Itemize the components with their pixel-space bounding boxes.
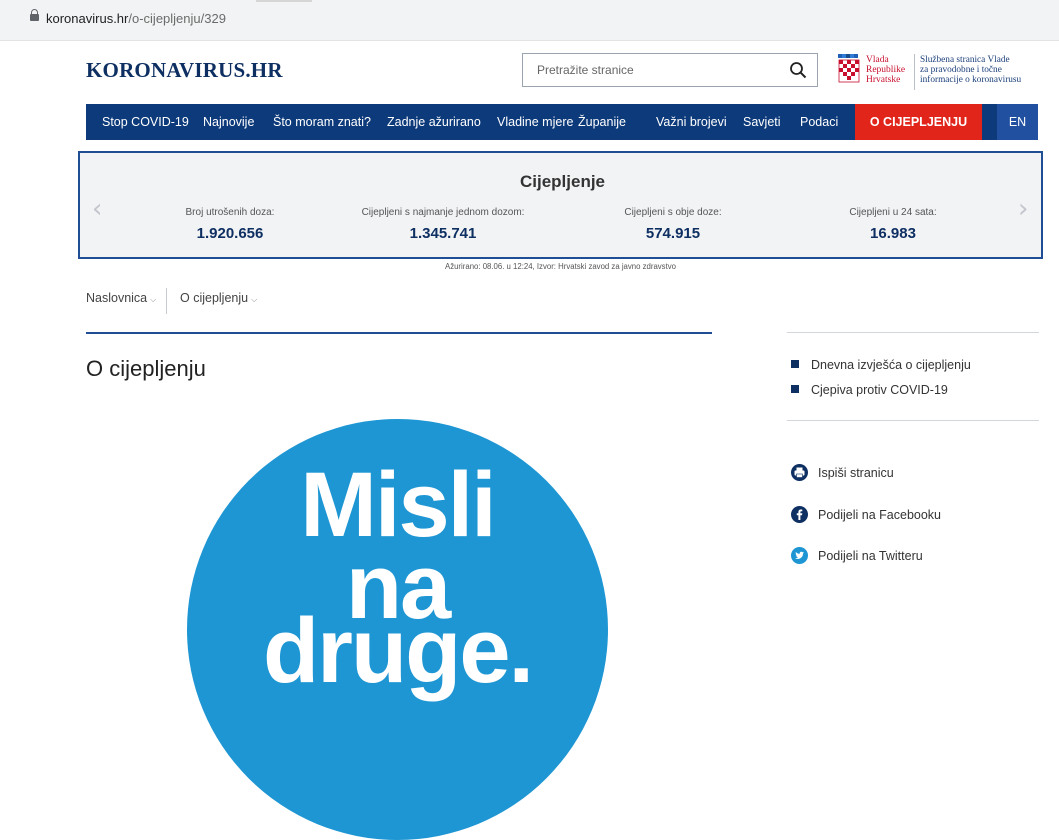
stat-one-dose: Cijepljeni s najmanje jednom dozom: 1.34… xyxy=(361,207,525,242)
nav-item-vladine-mjere[interactable]: Vladine mjere xyxy=(497,104,573,140)
sidebar-rule-bottom xyxy=(787,420,1039,421)
nav-item-podaci[interactable]: Podaci xyxy=(800,104,838,140)
twitter-icon xyxy=(791,547,808,564)
stat-two-doses: Cijepljeni s obje doze: 574.915 xyxy=(624,207,722,242)
language-en-button[interactable]: EN xyxy=(997,104,1038,140)
sidebar-rule-top xyxy=(787,332,1039,333)
main-nav: Stop COVID-19 Najnovije Što moram znati?… xyxy=(86,104,1038,140)
browser-url-bar[interactable]: koronavirus.hr/o-cijepljenju/329 xyxy=(0,0,1059,41)
croatian-coat-of-arms-icon xyxy=(838,54,860,83)
nav-item-savjeti[interactable]: Savjeti xyxy=(743,104,781,140)
nav-item-stop-covid[interactable]: Stop COVID-19 xyxy=(102,104,189,140)
site-logo[interactable]: KORONAVIRUS.HR xyxy=(86,58,283,83)
breadcrumb-divider xyxy=(166,288,167,314)
printer-icon xyxy=(791,464,808,481)
lock-icon xyxy=(30,9,39,21)
breadcrumb-home[interactable]: Naslovnica ⌵ xyxy=(86,291,156,305)
stat-last-24h: Cijepljeni u 24 sata: 16.983 xyxy=(849,207,937,242)
search-input[interactable] xyxy=(523,54,787,86)
stats-updated-note: Ažurirano: 08.06. u 12:24, Izvor: Hrvats… xyxy=(445,262,676,271)
sidebar-link-vaccines[interactable]: Cjepiva protiv COVID-19 xyxy=(791,383,948,397)
official-site-note: Službena stranica Vlade za pravodobne i … xyxy=(920,55,1022,85)
nav-item-najnovije[interactable]: Najnovije xyxy=(203,104,254,140)
nav-item-zadnje-azurirano[interactable]: Zadnje ažurirano xyxy=(387,104,481,140)
tab-indicator xyxy=(256,0,312,2)
nav-item-sto-moram-znati[interactable]: Što moram znati? xyxy=(273,104,371,140)
chevron-left-icon[interactable]: ‹ xyxy=(92,194,102,224)
nav-item-zupanije[interactable]: Županije xyxy=(578,104,626,140)
vaccination-stats-panel: Cijepljenje ‹ › Broj utrošenih doza: 1.9… xyxy=(78,151,1043,259)
facebook-icon xyxy=(791,506,808,523)
stat-doses-used: Broj utrošenih doza: 1.920.656 xyxy=(185,207,275,242)
search-box[interactable] xyxy=(522,53,818,87)
sidebar-link-daily-reports[interactable]: Dnevna izvješća o cijepljenju xyxy=(791,358,971,372)
chevron-down-icon: ⌵ xyxy=(150,295,157,304)
chevron-right-icon[interactable]: › xyxy=(1018,194,1028,224)
square-bullet-icon xyxy=(791,385,799,393)
chevron-down-icon: ⌵ xyxy=(251,295,258,304)
government-label: Vlada Republike Hrvatske xyxy=(866,55,906,85)
stats-title: Cijepljenje xyxy=(519,172,606,191)
hero-image-misli-na-druge: Misli na druge. xyxy=(187,419,608,840)
url-text[interactable]: koronavirus.hr/o-cijepljenju/329 xyxy=(46,11,226,26)
header-divider xyxy=(914,54,915,90)
nav-item-o-cijepljenju[interactable]: O CIJEPLJENJU xyxy=(855,104,982,140)
breadcrumb-current[interactable]: O cijepljenju ⌵ xyxy=(180,291,257,305)
square-bullet-icon xyxy=(791,360,799,368)
title-rule xyxy=(86,332,712,334)
page-title: O cijepljenju xyxy=(86,356,206,381)
nav-item-vazni-brojevi[interactable]: Važni brojevi xyxy=(656,104,727,140)
search-icon[interactable] xyxy=(789,61,807,79)
